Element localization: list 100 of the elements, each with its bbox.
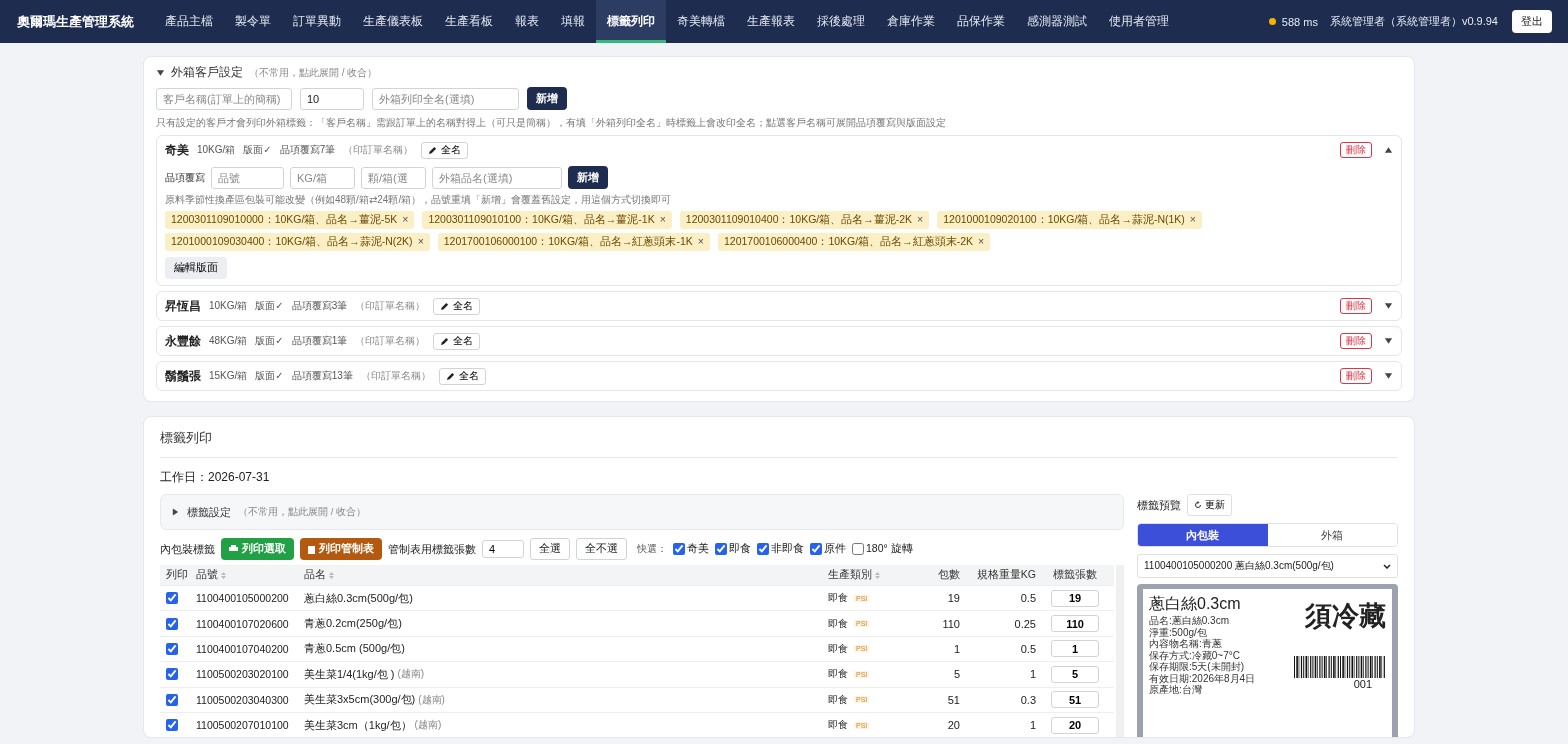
edit-layout-button[interactable]: 編輯版面 [165, 257, 227, 279]
text-field[interactable]: 客戶名稱(訂單上的簡稱) [156, 87, 292, 110]
print-checkbox[interactable] [166, 642, 178, 655]
printer-icon [229, 545, 238, 553]
count-field[interactable]: 4 [482, 540, 524, 558]
rotate-checkbox[interactable] [852, 543, 864, 555]
nav-tab[interactable]: 奇美轉檔 [666, 0, 736, 43]
print-checkbox[interactable] [166, 592, 178, 605]
column-header[interactable]: 品名 [304, 568, 326, 582]
settings-panel[interactable]: 標籤設定 （不常用，點此展開 / 收合） [160, 494, 1124, 530]
full-name-button[interactable]: 全名 [438, 367, 486, 385]
customer-name[interactable]: 昇恆昌 [165, 297, 201, 315]
section-hint: （不常用，點此展開 / 收合） [249, 65, 378, 80]
expand-caret-icon[interactable] [1384, 301, 1393, 311]
nav-tab[interactable]: 產品主檔 [154, 0, 224, 43]
nav-tab[interactable]: 倉庫作業 [876, 0, 946, 43]
label-count-field[interactable]: 20 [1051, 716, 1099, 734]
nav-tab[interactable]: 品保作業 [946, 0, 1016, 43]
pencil-icon [440, 336, 450, 346]
customer-name[interactable]: 鬍鬚張 [165, 367, 201, 385]
nav-tab[interactable]: 標籤列印 [596, 0, 666, 43]
delete-button[interactable]: 刪除 [1340, 142, 1372, 158]
override-text: 1201700106000100：10KG/箱、品名→紅蔥頭末-1K [443, 235, 693, 249]
expand-caret-icon[interactable] [1384, 371, 1393, 381]
column-header[interactable]: 包數 [938, 568, 960, 582]
preview-tab[interactable]: 內包裝 [1138, 524, 1268, 546]
name-cell: 美生菜3x5cm(300g/包) [304, 692, 416, 708]
override-count: 品項覆寫1筆 [291, 334, 348, 348]
packs-cell-text: 20 [946, 719, 960, 732]
customer-name[interactable]: 永豐餘 [165, 332, 201, 350]
remove-icon[interactable]: × [697, 235, 704, 249]
code-cell-text: 1100400105000200 [196, 592, 290, 605]
filter-checkbox[interactable] [810, 543, 822, 555]
nav-tab[interactable]: 使用者管理 [1098, 0, 1180, 43]
print-checkbox[interactable] [166, 617, 178, 630]
label-count-field[interactable]: 110 [1051, 615, 1099, 633]
origin-note: (越南) [418, 692, 445, 707]
clipboard-icon [308, 544, 315, 554]
remove-icon[interactable]: × [917, 213, 924, 227]
quantity-field[interactable]: 10 [300, 87, 364, 110]
customer-name[interactable]: 奇美 [165, 141, 189, 159]
nav-tab[interactable]: 生產儀表板 [352, 0, 434, 43]
print-checkbox[interactable] [166, 693, 178, 706]
column-header[interactable]: 品號 [196, 568, 218, 582]
print-checkbox[interactable] [166, 719, 178, 732]
nav-tab[interactable]: 報表 [504, 0, 550, 43]
delete-button[interactable]: 刪除 [1340, 368, 1372, 384]
text-field[interactable]: 外箱品名(選填) [432, 166, 562, 189]
nav-tab[interactable]: 生產看板 [434, 0, 504, 43]
scrollbar[interactable] [1116, 565, 1124, 737]
label-count-field[interactable]: 51 [1051, 691, 1099, 709]
add-button[interactable]: 新增 [527, 87, 567, 110]
nav-tab[interactable]: 填報 [550, 0, 596, 43]
text-field[interactable]: 顆/箱(選 [361, 166, 426, 189]
print-name-note: （印訂單名稱） [343, 143, 414, 157]
filter-checkbox[interactable] [757, 543, 769, 555]
full-name-button[interactable]: 全名 [433, 297, 481, 315]
full-name-button[interactable]: 全名 [433, 332, 481, 350]
logout-button[interactable]: 登出 [1512, 10, 1552, 33]
text-field[interactable]: KG/箱 [290, 166, 355, 189]
text-field[interactable]: 品號 [211, 166, 284, 189]
settings-title[interactable]: 標籤設定 [187, 504, 231, 520]
select-all-button[interactable]: 全選 [530, 538, 570, 560]
nav-tab[interactable]: 採後處理 [806, 0, 876, 43]
filter-checkbox[interactable] [715, 543, 727, 555]
remove-icon[interactable]: × [659, 213, 666, 227]
label-count-field[interactable]: 1 [1051, 640, 1099, 658]
remove-icon[interactable]: × [978, 235, 985, 249]
print-control-button[interactable]: 列印管制表 [300, 538, 382, 560]
nav-tab[interactable]: 訂單異動 [282, 0, 352, 43]
refresh-button[interactable]: 更新 [1187, 494, 1232, 516]
nav-tab[interactable]: 製令單 [224, 0, 282, 43]
nav-tab[interactable]: 生產報表 [736, 0, 806, 43]
print-checkbox[interactable] [166, 668, 178, 681]
column-header[interactable]: 標籤張數 [1053, 568, 1097, 582]
disclosure-icon[interactable] [171, 507, 180, 517]
layout-status: 版面✓ [255, 369, 284, 383]
column-header[interactable]: 列印 [166, 568, 188, 582]
remove-icon[interactable]: × [417, 235, 424, 249]
label-count-field[interactable]: 5 [1051, 665, 1099, 683]
expand-caret-icon[interactable] [1384, 145, 1393, 155]
full-name-button[interactable]: 全名 [421, 141, 469, 159]
select-none-button[interactable]: 全不選 [576, 538, 627, 560]
section-title[interactable]: 外箱客戶設定 [171, 64, 243, 81]
text-field[interactable]: 外箱列印全名(選填) [372, 87, 519, 110]
column-header[interactable]: 規格重量KG [976, 568, 1036, 582]
product-select[interactable]: 1100400105000200 蔥白絲0.3cm(500g/包) [1137, 554, 1398, 578]
delete-button[interactable]: 刪除 [1340, 333, 1372, 349]
delete-button[interactable]: 刪除 [1340, 298, 1372, 314]
column-header[interactable]: 生產類別 [828, 568, 872, 582]
add-button[interactable]: 新增 [568, 166, 608, 189]
disclosure-icon[interactable] [156, 67, 165, 78]
filter-checkbox[interactable] [673, 543, 685, 555]
override-text: 1200301109010400：10KG/箱、品名→薑泥-2K [685, 213, 913, 227]
nav-tab[interactable]: 感測器測試 [1016, 0, 1098, 43]
remove-icon[interactable]: × [1189, 213, 1196, 227]
label-count-field[interactable]: 19 [1051, 589, 1099, 607]
remove-icon[interactable]: × [402, 213, 409, 227]
pencil-icon [428, 145, 438, 155]
expand-caret-icon[interactable] [1384, 336, 1393, 346]
